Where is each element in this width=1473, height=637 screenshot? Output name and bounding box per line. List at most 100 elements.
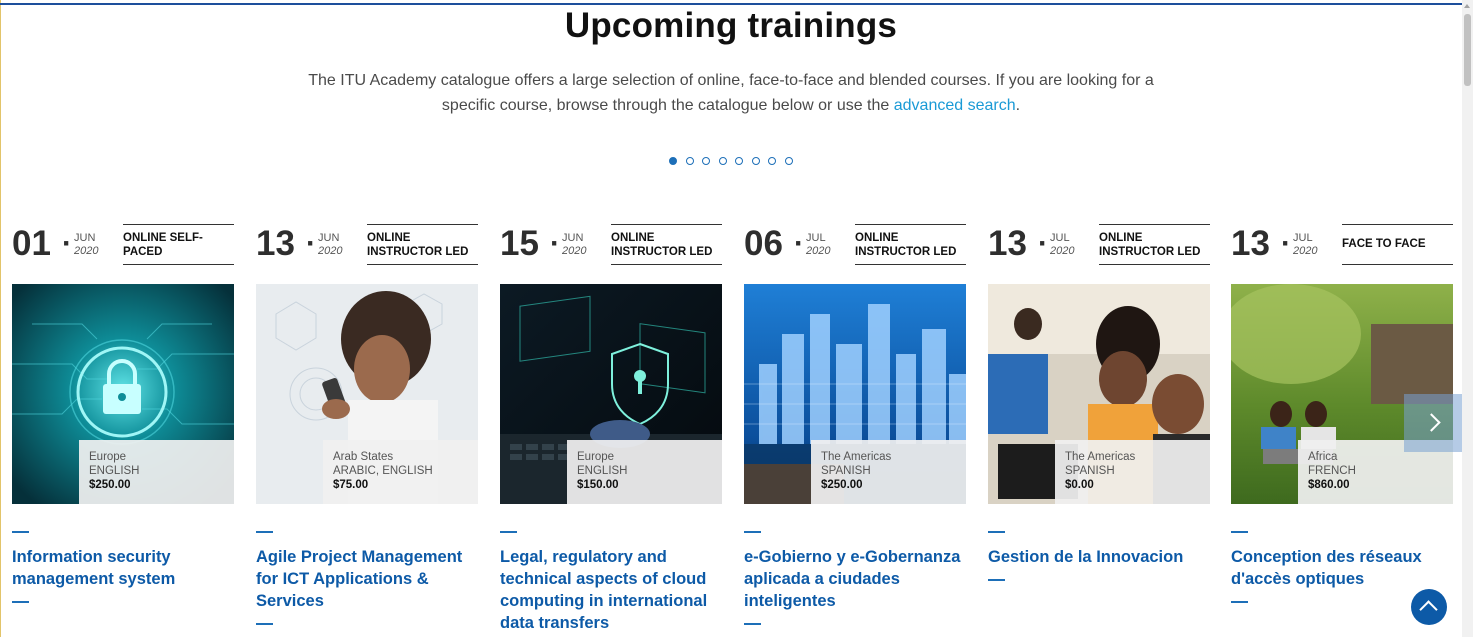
title-dash [500,531,517,533]
course-year: 2020 [318,245,343,257]
intro-period: . [1015,97,1021,114]
course-card[interactable]: 15 · JUN 2020 ONLINE INSTRUCTOR LED Euro… [500,224,722,637]
course-day: 13 [988,224,1027,263]
scroll-up-arrow-icon[interactable] [1462,0,1473,11]
carousel-dot-7[interactable] [768,157,776,165]
course-month: JUL [1293,232,1313,244]
header-border [0,3,1462,5]
title-dash [988,531,1005,533]
course-month: JUN [318,232,340,244]
course-language: ARABIC, ENGLISH [333,465,433,477]
course-day: 15 [500,224,539,263]
course-image[interactable]: Europe ENGLISH $150.00 [500,284,722,504]
course-region: Europe [89,451,127,463]
course-day: 06 [744,224,783,263]
course-region: The Americas [1065,451,1136,463]
carousel-dot-4[interactable] [718,157,727,165]
page-title: Upcoming trainings [564,6,898,45]
course-language: SPANISH [1065,465,1115,477]
date-separator: · [306,227,316,260]
advanced-search-link[interactable]: advanced search [894,97,1016,114]
title-dash [744,531,761,533]
chevron-right-icon[interactable] [1404,394,1462,452]
course-image[interactable]: The Americas SPANISH $0.00 [988,284,1210,504]
course-delivery-mode: ONLINE INSTRUCTOR LED [611,224,722,265]
carousel-dot-5[interactable] [735,157,743,165]
title-dash [1231,531,1248,533]
scrollbar-thumb[interactable] [1464,14,1471,86]
course-year: 2020 [806,245,831,257]
title-dash [256,531,273,533]
course-day: 13 [1231,224,1270,263]
carousel-dot-2[interactable] [685,157,694,165]
course-delivery-mode: ONLINE INSTRUCTOR LED [367,224,478,265]
course-delivery-mode: FACE TO FACE [1342,224,1453,265]
course-year: 2020 [562,245,587,257]
title-dash [256,623,273,625]
course-title[interactable]: Information security management system [12,546,234,590]
chevron-up-icon[interactable] [1411,589,1447,625]
course-info-overlay: Arab States ARABIC, ENGLISH $75.00 [323,440,478,504]
course-image[interactable]: Arab States ARABIC, ENGLISH $75.00 [256,284,478,504]
course-month: JUL [806,232,826,244]
date-separator: · [62,227,72,260]
course-date: 06 · JUL 2020 ONLINE INSTRUCTOR LED [744,224,966,265]
course-card[interactable]: 13 · JUN 2020 ONLINE INSTRUCTOR LED Arab… [256,224,478,637]
course-language: FRENCH [1308,465,1356,477]
course-price: $150.00 [577,479,619,491]
course-price: $860.00 [1308,479,1350,491]
course-language: SPANISH [821,465,871,477]
course-date: 15 · JUN 2020 ONLINE INSTRUCTOR LED [500,224,722,265]
course-date: 13 · JUN 2020 ONLINE INSTRUCTOR LED [256,224,478,265]
date-separator: · [1038,227,1048,260]
course-title[interactable]: Agile Project Management for ICT Applica… [256,546,478,612]
course-month: JUL [1050,232,1070,244]
title-dash [12,601,29,603]
course-info-overlay: Europe ENGLISH $150.00 [567,440,722,504]
course-language: ENGLISH [577,465,628,477]
course-delivery-mode: ONLINE INSTRUCTOR LED [1099,224,1210,265]
course-image[interactable]: Europe ENGLISH $250.00 [12,284,234,504]
course-year: 2020 [1050,245,1075,257]
course-info-overlay: The Americas SPANISH $250.00 [811,440,966,504]
course-title[interactable]: Conception des réseaux d'accès optiques [1231,546,1453,590]
course-month: JUN [562,232,584,244]
course-price: $250.00 [89,479,131,491]
course-region: Africa [1308,451,1338,463]
course-title[interactable]: Gestion de la Innovacion [988,546,1210,568]
course-year: 2020 [74,245,99,257]
carousel-dot-3[interactable] [702,157,710,165]
vertical-scrollbar[interactable] [1462,0,1473,637]
title-dash [12,531,29,533]
course-day: 13 [256,224,295,263]
course-date: 13 · JUL 2020 FACE TO FACE [1231,224,1453,265]
course-title[interactable]: Legal, regulatory and technical aspects … [500,546,722,634]
date-separator: · [794,227,804,260]
carousel-dot-8[interactable] [784,157,793,165]
course-card[interactable]: 06 · JUL 2020 ONLINE INSTRUCTOR LED The … [744,224,966,637]
course-info-overlay: Europe ENGLISH $250.00 [79,440,234,504]
course-info-overlay: The Americas SPANISH $0.00 [1055,440,1210,504]
course-region: The Americas [821,451,892,463]
title-dash [1231,601,1248,603]
intro-text: The ITU Academy catalogue offers a large… [308,72,1154,114]
course-price: $75.00 [333,479,369,491]
course-card[interactable]: 01 · JUN 2020 ONLINE SELF-PACED Europe E… [12,224,234,637]
course-price: $0.00 [1065,479,1094,491]
carousel-pagination [669,157,793,165]
course-delivery-mode: ONLINE INSTRUCTOR LED [855,224,966,265]
carousel-dot-6[interactable] [751,157,760,165]
course-region: Arab States [333,451,394,463]
course-year: 2020 [1293,245,1318,257]
course-date: 13 · JUL 2020 ONLINE INSTRUCTOR LED [988,224,1210,265]
course-price: $250.00 [821,479,863,491]
carousel-dot-1[interactable] [669,157,677,165]
course-date: 01 · JUN 2020 ONLINE SELF-PACED [12,224,234,265]
intro-paragraph: The ITU Academy catalogue offers a large… [300,68,1162,118]
course-title[interactable]: e-Gobierno y e-Gobernanza aplicada a ciu… [744,546,966,612]
course-card[interactable]: 13 · JUL 2020 ONLINE INSTRUCTOR LED The … [988,224,1210,637]
course-image[interactable]: The Americas SPANISH $250.00 [744,284,966,504]
date-separator: · [550,227,560,260]
course-day: 01 [12,224,51,263]
title-dash [744,623,761,625]
